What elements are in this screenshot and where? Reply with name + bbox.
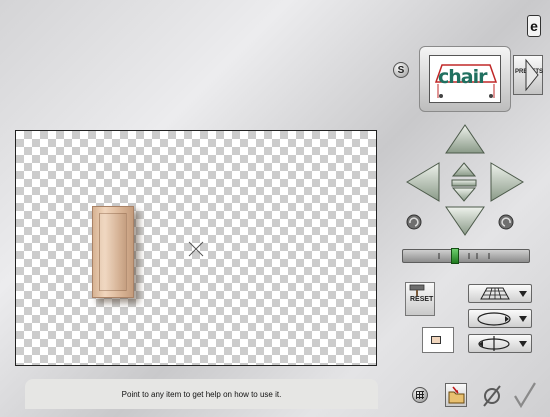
preview-canvas[interactable] xyxy=(15,130,377,366)
center-cross-icon xyxy=(188,241,204,257)
slider-ticks xyxy=(438,253,490,259)
thumbnail-canvas: chair xyxy=(429,55,501,103)
folder-icon xyxy=(448,386,465,404)
slider-thumb[interactable] xyxy=(451,248,459,264)
center-arrows-icon[interactable] xyxy=(447,160,481,204)
cancel-icon[interactable] xyxy=(481,383,503,409)
status-bar: Point to any item to get help on how to … xyxy=(25,379,378,409)
help-icon[interactable]: e xyxy=(527,15,541,37)
folder-button[interactable] xyxy=(445,383,467,407)
hammer-icon xyxy=(409,284,425,296)
small-preview-object xyxy=(431,336,441,344)
presets-arrow-icon xyxy=(525,58,539,92)
arrow-right-icon[interactable] xyxy=(489,161,525,203)
small-preview[interactable] xyxy=(422,327,454,353)
wood-panel-face xyxy=(99,213,127,291)
arrow-up-icon[interactable] xyxy=(444,123,486,155)
wood-panel-object[interactable] xyxy=(92,206,134,298)
rotate-left-icon[interactable] xyxy=(405,213,423,231)
plane-grid-icon xyxy=(480,287,510,300)
s-button[interactable]: S xyxy=(393,62,409,78)
rotate-axis-icon xyxy=(478,336,510,351)
thumbnail-word: chair xyxy=(438,66,487,88)
rotate-right-icon[interactable] xyxy=(497,213,515,231)
shape-dropdown[interactable] xyxy=(468,309,532,328)
chevron-down-icon xyxy=(519,316,527,322)
arrow-left-icon[interactable] xyxy=(405,161,441,203)
grid-icon xyxy=(416,391,424,399)
reset-button[interactable]: RESET xyxy=(405,282,435,316)
chevron-down-icon xyxy=(519,341,527,347)
plane-dropdown[interactable] xyxy=(468,284,532,303)
preset-thumbnail[interactable]: chair xyxy=(419,46,511,112)
grid-button[interactable] xyxy=(412,387,428,403)
status-help-text: Point to any item to get help on how to … xyxy=(121,389,282,399)
reset-label: RESET xyxy=(410,296,434,303)
checkmark-icon[interactable] xyxy=(512,381,538,409)
ellipse-icon xyxy=(477,312,511,326)
chevron-down-icon xyxy=(519,291,527,297)
zoom-slider[interactable] xyxy=(402,248,530,264)
arrow-down-icon[interactable] xyxy=(444,205,486,237)
presets-button[interactable]: PRESETS xyxy=(513,55,543,95)
axis-dropdown[interactable] xyxy=(468,334,532,353)
